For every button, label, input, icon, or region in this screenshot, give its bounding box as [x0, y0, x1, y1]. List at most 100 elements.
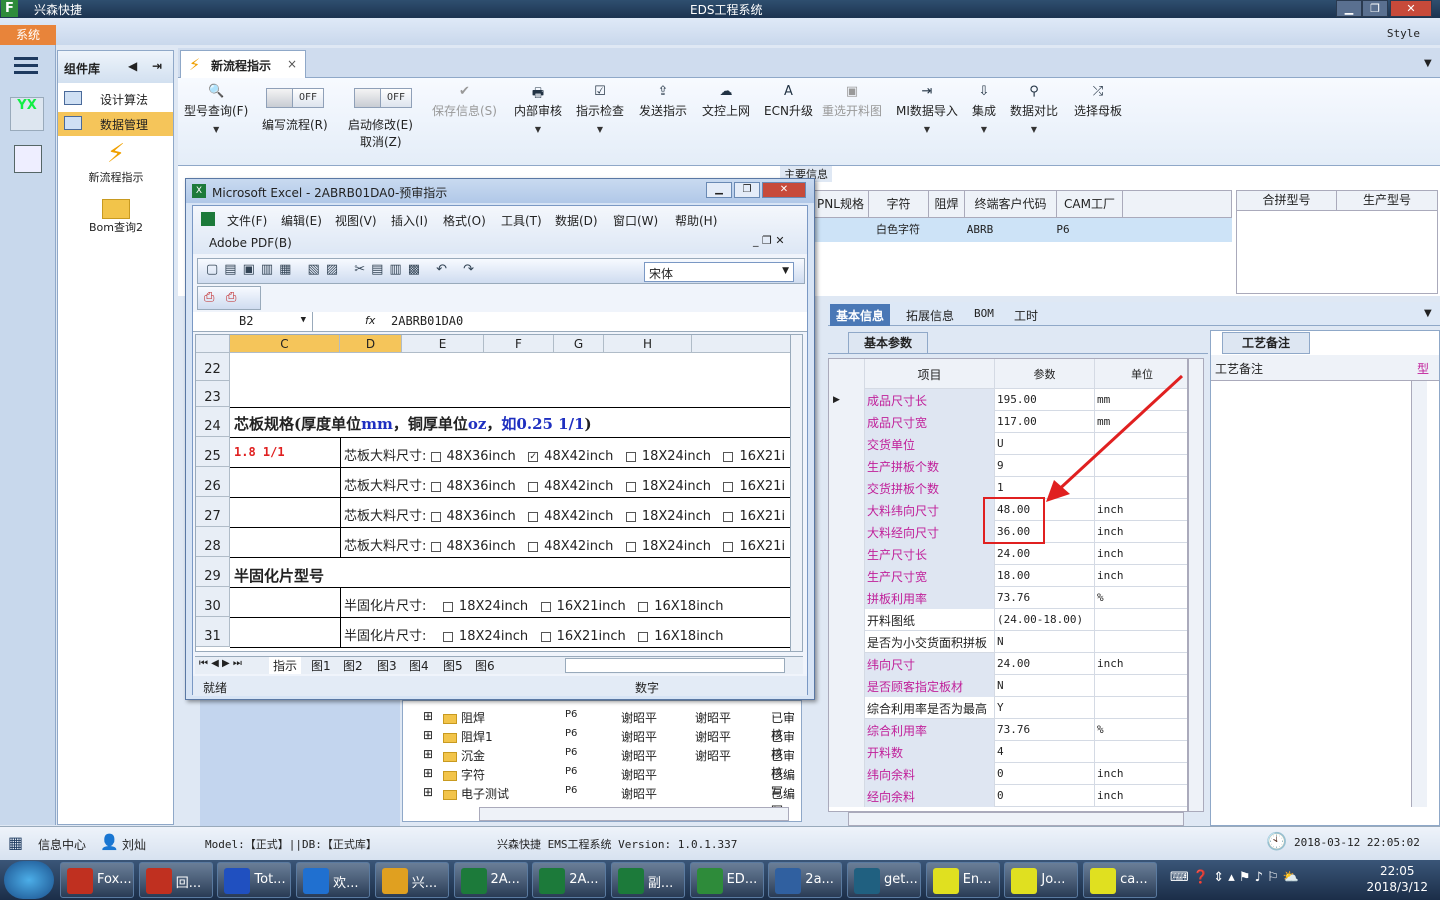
- send-instruction-button[interactable]: ⇪ 发送指示: [639, 84, 687, 119]
- menu-edit[interactable]: 编辑(E): [281, 212, 322, 229]
- taskbar-item[interactable]: 2A...: [453, 862, 528, 898]
- sheet-nav-arrows[interactable]: ⏮ ◀ ▶ ⏭: [199, 658, 242, 669]
- col-header-e[interactable]: E: [402, 335, 484, 353]
- menu-adobe-pdf[interactable]: Adobe PDF(B): [209, 236, 292, 250]
- param-value[interactable]: 73.76: [995, 719, 1095, 741]
- col-header-item[interactable]: 项目: [865, 359, 995, 389]
- save-info-button[interactable]: ✔ 保存信息(S): [432, 84, 497, 119]
- checkbox[interactable]: [528, 511, 539, 522]
- col-header[interactable]: CAM工厂: [1057, 191, 1123, 217]
- core-size-row-28[interactable]: 芯板大料尺寸: 48X36inch 48X42inch 18X24inch 16…: [344, 535, 785, 554]
- checkbox[interactable]: [430, 451, 441, 462]
- col-header[interactable]: 工艺备注: [1215, 360, 1263, 377]
- checkbox[interactable]: [442, 631, 453, 642]
- param-value[interactable]: N: [995, 675, 1095, 697]
- param-value[interactable]: 24.00: [995, 653, 1095, 675]
- param-value[interactable]: Y: [995, 697, 1095, 719]
- menu-format[interactable]: 格式(O): [443, 212, 486, 229]
- tab-process-notes[interactable]: 工艺备注: [1222, 332, 1310, 354]
- prepreg-size-row-31[interactable]: 半固化片尺寸: 18X24inch 16X21inch 16X18inch: [344, 625, 723, 644]
- taskbar-item[interactable]: ED...: [689, 862, 764, 898]
- tab-work-hours[interactable]: 工时: [1008, 304, 1044, 326]
- expand-icon[interactable]: ⊞: [423, 747, 433, 761]
- checkbox[interactable]: [723, 481, 734, 492]
- start-button[interactable]: [4, 861, 54, 899]
- minimize-button[interactable]: ▁: [1336, 0, 1362, 17]
- table-row[interactable]: 白色字符 ABRB P6: [812, 218, 1232, 242]
- toolbar-icons[interactable]: ▢▤▣▥▦ ▧▨ ✂▤▥▩ ↶ ↷: [206, 262, 480, 277]
- param-value[interactable]: 24.00: [995, 543, 1095, 565]
- checkbox[interactable]: [625, 511, 636, 522]
- checkbox[interactable]: [625, 451, 636, 462]
- menu-data[interactable]: 数据(D): [555, 212, 598, 229]
- cell-r25-value[interactable]: 1.8 1/1: [234, 445, 285, 459]
- sheet-vscrollbar[interactable]: [790, 335, 802, 651]
- font-select[interactable]: 宋体 ▼: [644, 262, 794, 282]
- factory-icon[interactable]: YX: [10, 97, 44, 131]
- param-row[interactable]: 生产尺寸长 24.00 inch: [829, 543, 1187, 565]
- taskbar-item[interactable]: 回...: [138, 862, 213, 898]
- checkbox[interactable]: [625, 481, 636, 492]
- col-header[interactable]: 阻焊: [929, 191, 965, 217]
- component-item-data-mgmt[interactable]: 数据管理: [58, 112, 173, 136]
- hamburger-icon[interactable]: [14, 57, 38, 75]
- taskbar-item[interactable]: 2a...: [768, 862, 843, 898]
- minimize-button[interactable]: ▁: [706, 182, 732, 198]
- chevron-down-icon[interactable]: ▼: [1424, 308, 1432, 319]
- param-row[interactable]: 开料数 4: [829, 741, 1187, 763]
- checkbox[interactable]: [430, 541, 441, 552]
- expand-icon[interactable]: ⊞: [423, 709, 433, 723]
- row-header[interactable]: 25: [196, 437, 230, 467]
- col-header[interactable]: 终端客户代码: [965, 191, 1057, 217]
- taskbar-item[interactable]: Fox...: [60, 862, 134, 898]
- tab-basic-info[interactable]: 基本信息: [830, 304, 891, 326]
- params-hscrollbar[interactable]: [848, 812, 1184, 826]
- info-center-link[interactable]: 信息中心: [38, 836, 86, 853]
- bom-query-shortcut[interactable]: Bom查询2: [73, 199, 159, 235]
- taskbar-item[interactable]: get...: [847, 862, 921, 898]
- sheet-tab[interactable]: 图5: [443, 657, 463, 674]
- param-row[interactable]: 是否为小交货面积拼板 N: [829, 631, 1187, 653]
- tray-icons[interactable]: ⌨ ❓ ⇕ ▴ ⚑ ♪ ⚐ ⛅: [1170, 870, 1299, 885]
- param-row[interactable]: 纬向余料 0 inch: [829, 763, 1187, 785]
- sheet-tab[interactable]: 图4: [409, 657, 429, 674]
- col-header-d[interactable]: D: [340, 335, 402, 353]
- param-row[interactable]: 纬向尺寸 24.00 inch: [829, 653, 1187, 675]
- sheet-tab[interactable]: 图6: [475, 657, 495, 674]
- data-compare-button[interactable]: ⚲ 数据对比 ▼: [1010, 84, 1058, 134]
- close-button[interactable]: ✕: [1390, 0, 1432, 17]
- menu-help[interactable]: 帮助(H): [675, 212, 717, 229]
- row-header[interactable]: 26: [196, 467, 230, 497]
- row-header[interactable]: 23: [196, 381, 230, 407]
- menu-window[interactable]: 窗口(W): [613, 212, 658, 229]
- checkbox[interactable]: [442, 601, 453, 612]
- col-header-h[interactable]: H: [604, 335, 692, 353]
- param-row[interactable]: 经向余料 0 inch: [829, 785, 1187, 807]
- checkbox[interactable]: [723, 451, 734, 462]
- taskbar-item[interactable]: Jo...: [1004, 862, 1079, 898]
- sheet-tab[interactable]: 图1: [311, 657, 331, 674]
- menu-tools[interactable]: 工具(T): [501, 212, 542, 229]
- param-row[interactable]: 是否顾客指定板材 N: [829, 675, 1187, 697]
- checkbox[interactable]: [723, 511, 734, 522]
- calculator-icon[interactable]: [14, 145, 42, 173]
- param-value[interactable]: 4: [995, 741, 1095, 763]
- tab-close-icon[interactable]: ×: [287, 57, 297, 71]
- taskbar-item[interactable]: 副...: [610, 862, 685, 898]
- reselect-cut-button[interactable]: ▣ 重选开料图: [822, 84, 882, 119]
- pdf-mail-icon[interactable]: ⎙: [226, 290, 236, 305]
- taskbar-item[interactable]: 欢...: [296, 862, 371, 898]
- taskbar-item[interactable]: 兴...: [374, 862, 449, 898]
- sheet-tab[interactable]: 图2: [343, 657, 363, 674]
- row-header[interactable]: 28: [196, 527, 230, 557]
- menu-file[interactable]: 文件(F): [227, 212, 267, 229]
- row-header[interactable]: 29: [196, 557, 230, 587]
- formula-input[interactable]: 2ABRB01DA0: [391, 314, 463, 328]
- cell-r29-prepreg-title[interactable]: 半固化片型号: [234, 565, 324, 586]
- row-header[interactable]: 31: [196, 617, 230, 647]
- tree-row[interactable]: ⊞ 阻焊1 P6 谢昭平 谢昭平 已审核: [403, 727, 803, 761]
- sheet-hscrollbar[interactable]: [565, 658, 785, 673]
- fx-icon[interactable]: fx: [365, 314, 375, 327]
- param-value[interactable]: (24.00-18.00): [995, 609, 1095, 631]
- row-header[interactable]: 22: [196, 353, 230, 381]
